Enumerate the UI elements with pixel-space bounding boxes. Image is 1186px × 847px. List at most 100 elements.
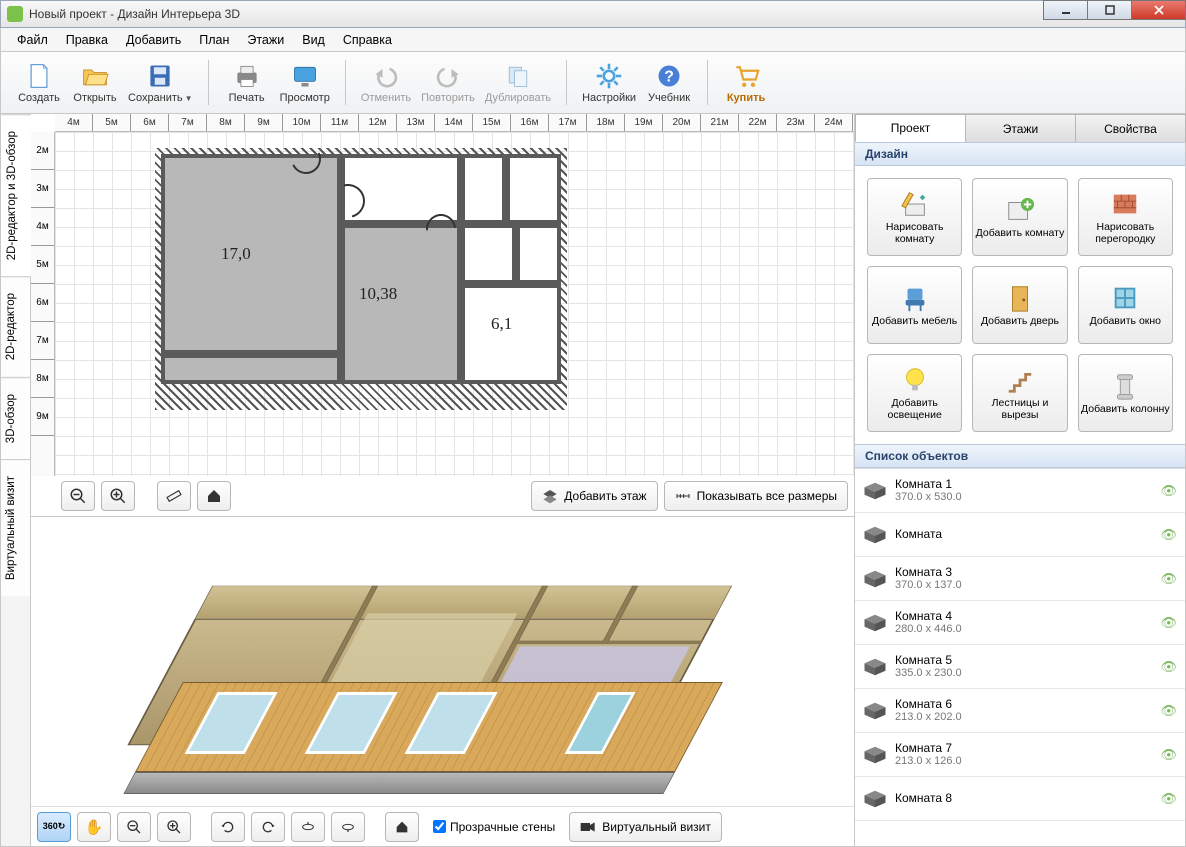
object-name: Комната 8: [895, 791, 1152, 805]
zoom-out-button[interactable]: [61, 481, 95, 511]
minimize-button[interactable]: [1043, 0, 1088, 20]
tab-properties[interactable]: Свойства: [1075, 114, 1186, 142]
home-3d-button[interactable]: [385, 812, 419, 842]
side-tab-editor[interactable]: 2D-редактор: [1, 276, 30, 376]
tab-floors[interactable]: Этажи: [965, 114, 1076, 142]
maximize-button[interactable]: [1087, 0, 1132, 20]
room-2[interactable]: [341, 224, 461, 384]
zoom-in-button[interactable]: [101, 481, 135, 511]
room-wc2[interactable]: [506, 154, 561, 224]
side-tab-3d[interactable]: 3D-обзор: [1, 377, 30, 459]
object-name: Комната 3: [895, 565, 1152, 579]
object-row[interactable]: Комната 1370.0 x 530.0👁: [855, 469, 1185, 513]
measure-button[interactable]: [157, 481, 191, 511]
room-1[interactable]: [161, 154, 341, 354]
rotate-cw-button[interactable]: [251, 812, 285, 842]
door-icon: [1005, 283, 1035, 313]
left-side-tabs: 2D-редактор и 3D-обзор 2D-редактор 3D-об…: [1, 114, 31, 846]
scene-3d[interactable]: [111, 537, 731, 837]
eye-icon[interactable]: 👁: [1160, 615, 1177, 631]
side-tab-virtual[interactable]: Виртуальный визит: [1, 459, 30, 596]
room-balcony[interactable]: [161, 354, 341, 384]
eye-icon[interactable]: 👁: [1160, 703, 1177, 719]
object-dimensions: 213.0 x 126.0: [895, 755, 1152, 768]
virtual-visit-button[interactable]: Виртуальный визит: [569, 812, 722, 842]
svg-text:?: ?: [664, 68, 674, 85]
add-floor-button[interactable]: Добавить этаж: [531, 481, 657, 511]
zoom-in-3d-button[interactable]: [157, 812, 191, 842]
tool-draw-partition[interactable]: Нарисовать перегородку: [1078, 178, 1173, 256]
transparent-walls-checkbox[interactable]: Прозрачные стены: [433, 820, 555, 834]
buy-button[interactable]: Купить: [718, 54, 774, 111]
tool-add-room[interactable]: Добавить комнату: [972, 178, 1067, 256]
titlebar: Новый проект - Дизайн Интерьера 3D: [0, 0, 1186, 28]
eye-icon[interactable]: 👁: [1160, 571, 1177, 587]
tool-add-door[interactable]: Добавить дверь: [972, 266, 1067, 344]
undo-icon: [372, 62, 400, 90]
eye-icon[interactable]: 👁: [1160, 527, 1177, 543]
tool-add-window[interactable]: Добавить окно: [1078, 266, 1173, 344]
orbit-360-button[interactable]: 360↻: [37, 812, 71, 842]
room-3[interactable]: [461, 284, 561, 384]
tilt-up-button[interactable]: [331, 812, 365, 842]
room-wc1[interactable]: [461, 154, 506, 224]
create-button[interactable]: Создать: [11, 54, 67, 111]
object-name: Комната 7: [895, 741, 1152, 755]
tool-stairs[interactable]: Лестницы и вырезы: [972, 354, 1067, 432]
menu-floors[interactable]: Этажи: [239, 30, 292, 50]
gear-icon: [595, 62, 623, 90]
floorplan[interactable]: 17,0 10,38 6,1: [161, 154, 561, 404]
object-row[interactable]: Комната 8 👁: [855, 777, 1185, 821]
print-button[interactable]: Печать: [219, 54, 275, 111]
tool-add-column[interactable]: Добавить колонну: [1078, 354, 1173, 432]
redo-button[interactable]: Повторить: [416, 54, 480, 111]
room-closet2[interactable]: [516, 224, 561, 284]
menu-add[interactable]: Добавить: [118, 30, 189, 50]
menu-plan[interactable]: План: [191, 30, 237, 50]
room-closet[interactable]: [461, 224, 516, 284]
side-tab-both[interactable]: 2D-редактор и 3D-обзор: [1, 114, 31, 276]
object-row[interactable]: Комната 6213.0 x 202.0👁: [855, 689, 1185, 733]
tool-draw-room[interactable]: Нарисовать комнату: [867, 178, 962, 256]
menu-view[interactable]: Вид: [294, 30, 333, 50]
tool-add-lighting[interactable]: Добавить освещение: [867, 354, 962, 432]
plan-2d-pane[interactable]: 4м5м6м7м8м9м10м11м12м13м14м15м16м17м18м1…: [31, 114, 854, 517]
cube-icon: [863, 657, 887, 677]
ruler-horizontal: 4м5м6м7м8м9м10м11м12м13м14м15м16м17м18м1…: [55, 114, 854, 132]
tool-add-furniture[interactable]: Добавить мебель: [867, 266, 962, 344]
view-3d-pane[interactable]: 360↻ ✋ Прозрачные стены Виртуальный визи…: [31, 517, 854, 846]
menu-help[interactable]: Справка: [335, 30, 400, 50]
close-button[interactable]: [1131, 0, 1186, 20]
object-row[interactable]: Комната 4280.0 x 446.0👁: [855, 601, 1185, 645]
zoom-out-3d-button[interactable]: [117, 812, 151, 842]
rotate-ccw-button[interactable]: [211, 812, 245, 842]
preview-button[interactable]: Просмотр: [275, 54, 335, 111]
menu-edit[interactable]: Правка: [58, 30, 116, 50]
open-button[interactable]: Открыть: [67, 54, 123, 111]
room-label-2: 10,38: [359, 284, 397, 304]
tutorial-button[interactable]: ? Учебник: [641, 54, 697, 111]
eye-icon[interactable]: 👁: [1160, 659, 1177, 675]
show-dimensions-button[interactable]: Показывать все размеры: [664, 481, 848, 511]
save-button[interactable]: Сохранить▼: [123, 54, 198, 111]
eye-icon[interactable]: 👁: [1160, 747, 1177, 763]
eye-icon[interactable]: 👁: [1160, 791, 1177, 807]
duplicate-button[interactable]: Дублировать: [480, 54, 556, 111]
eye-icon[interactable]: 👁: [1160, 483, 1177, 499]
object-row[interactable]: Комната👁: [855, 513, 1185, 557]
menu-file[interactable]: Файл: [9, 30, 56, 50]
object-row[interactable]: Комната 7213.0 x 126.0 👁: [855, 733, 1185, 777]
home-button[interactable]: [197, 481, 231, 511]
object-row[interactable]: Комната 5335.0 x 230.0👁: [855, 645, 1185, 689]
pan-button[interactable]: ✋: [77, 812, 111, 842]
section-design-header: Дизайн: [855, 142, 1185, 166]
object-list[interactable]: Комната 1370.0 x 530.0👁Комната👁Комната 3…: [855, 468, 1185, 846]
tilt-down-button[interactable]: [291, 812, 325, 842]
tab-project[interactable]: Проект: [855, 114, 966, 142]
object-name: Комната 4: [895, 609, 1152, 623]
room-label-3: 6,1: [491, 314, 512, 334]
stairs-icon: [1005, 365, 1035, 395]
object-row[interactable]: Комната 3370.0 x 137.0👁: [855, 557, 1185, 601]
settings-button[interactable]: Настройки: [577, 54, 641, 111]
undo-button[interactable]: Отменить: [356, 54, 416, 111]
